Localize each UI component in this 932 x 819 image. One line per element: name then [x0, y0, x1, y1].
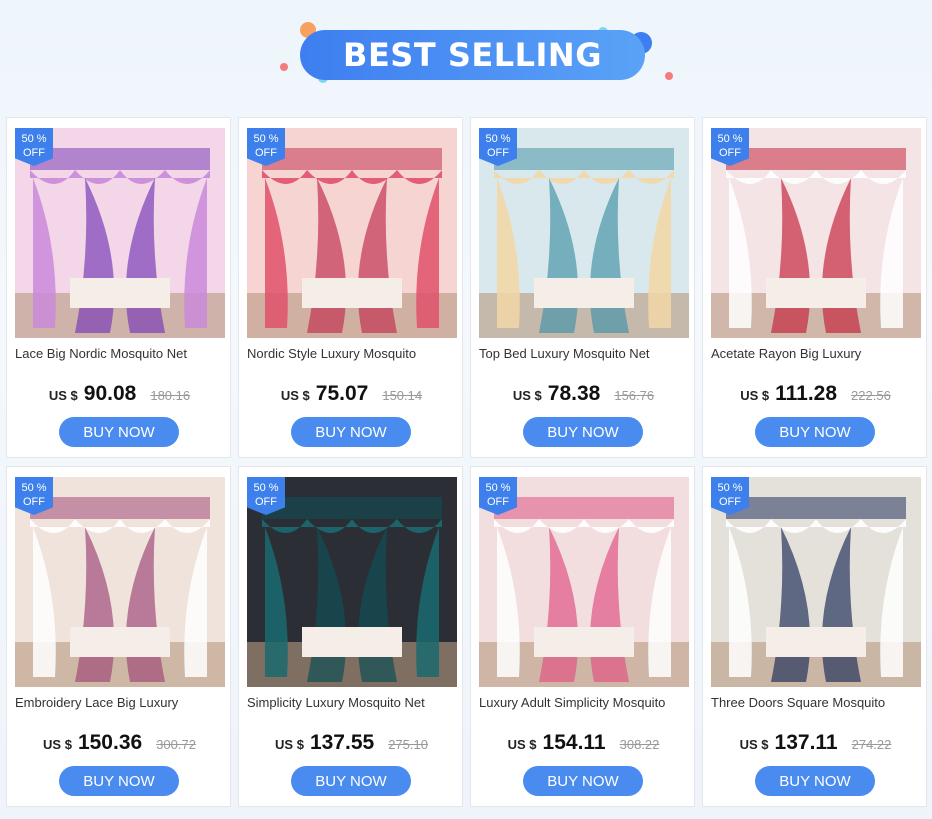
original-price: 275.10 — [388, 737, 428, 752]
price-row: US $ 75.07 150.14 — [239, 382, 464, 406]
original-price: 274.22 — [851, 737, 892, 752]
currency: US $ — [43, 737, 72, 752]
discount-percent: 50 % — [21, 482, 47, 494]
price: 154.11 — [542, 731, 606, 754]
discount-badge: 50 % OFF — [711, 477, 749, 515]
product-grid: 50 % OFF Lace Big Nordic Mosquito Net US… — [6, 117, 927, 807]
price: 137.55 — [309, 731, 375, 754]
product-title[interactable]: Top Bed Luxury Mosquito Net — [479, 346, 691, 363]
buy-now-button[interactable]: BUY NOW — [755, 766, 875, 796]
product-card[interactable]: 50 % OFF Lace Big Nordic Mosquito Net US… — [6, 117, 231, 458]
banner: BEST SELLING — [0, 0, 932, 110]
discount-off: OFF — [719, 496, 741, 508]
original-price: 300.72 — [156, 737, 196, 752]
product-title[interactable]: Nordic Style Luxury Mosquito — [247, 346, 459, 363]
buy-now-button[interactable]: BUY NOW — [291, 766, 411, 796]
product-card[interactable]: 50 % OFF Acetate Rayon Big Luxury US $ 1… — [702, 117, 927, 458]
currency: US $ — [507, 737, 537, 752]
currency: US $ — [280, 388, 310, 403]
currency: US $ — [512, 388, 542, 403]
product-card[interactable]: 50 % OFF Luxury Adult Simplicity Mosquit… — [470, 466, 695, 807]
price-row: US $ 111.28 222.56 — [703, 382, 928, 406]
discount-percent: 50 % — [253, 133, 279, 145]
discount-off: OFF — [487, 147, 509, 159]
price-row: US $ 154.11 308.22 — [471, 731, 696, 755]
product-card[interactable]: 50 % OFF Simplicity Luxury Mosquito Net … — [238, 466, 463, 807]
currency: US $ — [48, 388, 78, 403]
discount-percent: 50 % — [485, 133, 511, 145]
discount-badge: 50 % OFF — [479, 128, 517, 166]
price-row: US $ 150.36 300.72 — [7, 731, 232, 755]
discount-off: OFF — [487, 496, 509, 508]
discount-off: OFF — [23, 147, 45, 159]
original-price: 156.76 — [614, 388, 655, 403]
product-card[interactable]: 50 % OFF Embroidery Lace Big Luxury US $… — [6, 466, 231, 807]
product-card[interactable]: 50 % OFF Nordic Style Luxury Mosquito US… — [238, 117, 463, 458]
discount-off: OFF — [23, 496, 45, 508]
banner-title: BEST SELLING — [343, 36, 602, 74]
discount-badge: 50 % OFF — [479, 477, 517, 515]
original-price: 180.16 — [150, 388, 191, 403]
product-title[interactable]: Three Doors Square Mosquito — [711, 695, 923, 712]
discount-off: OFF — [719, 147, 741, 159]
product-title[interactable]: Luxury Adult Simplicity Mosquito — [479, 695, 691, 712]
discount-off: OFF — [255, 147, 277, 159]
discount-percent: 50 % — [253, 482, 279, 494]
discount-percent: 50 % — [717, 482, 743, 494]
buy-now-button[interactable]: BUY NOW — [291, 417, 411, 447]
decor-dot — [280, 63, 288, 71]
product-title[interactable]: Acetate Rayon Big Luxury — [711, 346, 923, 363]
price-row: US $ 78.38 156.76 — [471, 382, 696, 406]
original-price: 150.14 — [382, 388, 423, 403]
price: 78.38 — [547, 382, 601, 405]
buy-now-button[interactable]: BUY NOW — [523, 766, 643, 796]
price-row: US $ 137.55 275.10 — [239, 731, 464, 755]
discount-badge: 50 % OFF — [15, 477, 53, 515]
original-price: 222.56 — [851, 388, 891, 403]
product-card[interactable]: 50 % OFF Top Bed Luxury Mosquito Net US … — [470, 117, 695, 458]
discount-percent: 50 % — [485, 482, 511, 494]
product-card[interactable]: 50 % OFF Three Doors Square Mosquito US … — [702, 466, 927, 807]
price: 75.07 — [315, 382, 369, 405]
discount-badge: 50 % OFF — [711, 128, 749, 166]
currency: US $ — [275, 737, 304, 752]
price: 111.28 — [775, 382, 838, 405]
banner-pill: BEST SELLING — [300, 30, 645, 80]
discount-badge: 50 % OFF — [247, 477, 285, 515]
buy-now-button[interactable]: BUY NOW — [59, 766, 179, 796]
decor-dot — [665, 72, 673, 80]
currency: US $ — [740, 388, 770, 403]
price: 150.36 — [77, 731, 143, 754]
price: 90.08 — [83, 382, 137, 405]
discount-percent: 50 % — [21, 133, 47, 145]
product-title[interactable]: Embroidery Lace Big Luxury — [15, 695, 227, 712]
product-title[interactable]: Lace Big Nordic Mosquito Net — [15, 346, 227, 363]
original-price: 308.22 — [619, 737, 660, 752]
price-row: US $ 90.08 180.16 — [7, 382, 232, 406]
buy-now-button[interactable]: BUY NOW — [59, 417, 179, 447]
price-row: US $ 137.11 274.22 — [703, 731, 928, 755]
price: 137.11 — [774, 731, 838, 754]
currency: US $ — [739, 737, 769, 752]
buy-now-button[interactable]: BUY NOW — [755, 417, 875, 447]
discount-percent: 50 % — [717, 133, 743, 145]
discount-badge: 50 % OFF — [247, 128, 285, 166]
buy-now-button[interactable]: BUY NOW — [523, 417, 643, 447]
product-title[interactable]: Simplicity Luxury Mosquito Net — [247, 695, 459, 712]
discount-off: OFF — [255, 496, 277, 508]
discount-badge: 50 % OFF — [15, 128, 53, 166]
